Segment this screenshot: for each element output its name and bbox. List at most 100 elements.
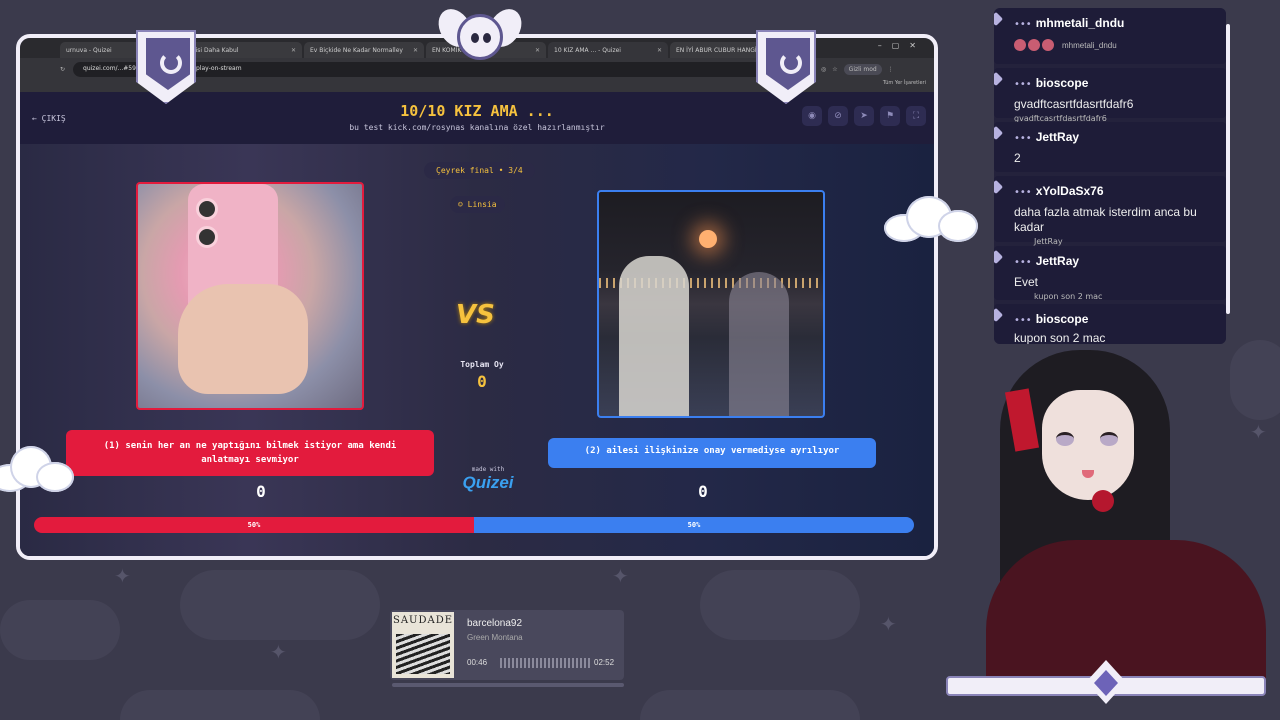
menu-icon[interactable]: ⋮ — [888, 66, 894, 73]
vtuber-avatar — [980, 350, 1270, 680]
elapsed-time: 00:46 — [467, 658, 488, 667]
chat-message: ••• bioscope kupon son 2 mac — [994, 304, 1226, 344]
chat-reply-ghost: kupon son 2 mac — [1034, 292, 1103, 301]
quiz-header: ← ÇIKIŞ 10/10 KIZ AMA ... bu test kick.c… — [20, 92, 934, 144]
vote-bar-right: 50% — [474, 517, 914, 533]
chat-username[interactable]: JettRay — [1036, 130, 1079, 144]
chat-username[interactable]: bioscope — [1036, 312, 1089, 326]
emote-icon — [1042, 38, 1054, 51]
badge-dots-icon: ••• — [1014, 257, 1032, 268]
chat-emotes: mhmetali_dndu — [1014, 37, 1218, 53]
quiz-subtitle: bu test kick.com/rosynas kanalına özel h… — [349, 123, 605, 132]
tab-label: Ev Biçkide Ne Kadar Normalley — [310, 46, 403, 54]
browser-tab[interactable]: Ev Biçkide Ne Kadar Normalley ✕ — [304, 42, 424, 58]
avatar-eye — [1100, 432, 1118, 446]
eye-icon[interactable]: ◉ — [802, 106, 822, 126]
tab-label: urnuva - Quizei — [66, 46, 112, 54]
chat-username[interactable]: bioscope — [1036, 76, 1089, 90]
eye-off-icon[interactable]: ◎ — [821, 66, 826, 73]
chat-text: gvadftcasrtfdasrtfdafr6 — [1014, 97, 1134, 111]
cloud-decoration-left — [0, 446, 76, 496]
cloud-puff — [36, 462, 74, 492]
option-left-votes: 0 — [256, 482, 266, 501]
browser-tab[interactable]: ngisi Daha Kabul ✕ — [182, 42, 302, 58]
badge-dots-icon: ••• — [1014, 315, 1032, 326]
tab-label: EN İYİ ABUR CUBUR HANGİSİ? — [676, 46, 766, 54]
sparkle-icon: ✦ — [612, 564, 629, 588]
cloud-puff — [938, 210, 978, 242]
star-icon[interactable]: ☆ — [832, 66, 837, 73]
option-right-image[interactable] — [597, 190, 825, 418]
album-cover: SAUDADE — [392, 612, 454, 678]
song-artist: Green Montana — [467, 633, 523, 642]
total-votes-value: 0 — [477, 372, 487, 391]
option-right-button[interactable]: (2) ailesi ilişkinize onay vermediyse ay… — [548, 438, 876, 468]
chat-text: daha fazla atmak isterdim anca bu kadar — [1014, 205, 1197, 234]
song-duration: 02:52 — [594, 658, 615, 667]
guest-mode-badge[interactable]: Gizli mod — [843, 63, 882, 75]
gem-icon — [994, 249, 1004, 265]
chat-username[interactable]: mhmetali_dndu — [1036, 16, 1125, 30]
gem-icon — [994, 179, 1004, 195]
badge-inner — [146, 38, 190, 90]
angel-mascot — [432, 3, 528, 66]
flag-icon[interactable]: ⚑ — [880, 106, 900, 126]
gem-icon — [994, 11, 1004, 27]
avatar-mouth — [1082, 470, 1094, 478]
cloud-decoration-right — [884, 196, 984, 246]
camera-lens — [196, 226, 218, 248]
send-icon[interactable]: ➤ — [854, 106, 874, 126]
close-icon[interactable]: ✕ — [291, 47, 296, 54]
mascot-eye — [483, 33, 491, 43]
option-left-button[interactable]: (1) senin her an ne yaptığını bilmek ist… — [66, 430, 434, 476]
badge-dots-icon: ••• — [1014, 133, 1032, 144]
sparkle-icon: ✦ — [114, 564, 131, 588]
album-title: SAUDADE — [392, 615, 454, 626]
close-icon[interactable]: ✕ — [413, 47, 418, 54]
avatar-eye — [1056, 432, 1074, 446]
chat-message: ••• xYolDaSx76 daha fazla atmak isterdim … — [994, 176, 1226, 246]
reload-icon[interactable]: ↻ — [60, 66, 65, 73]
chat-username[interactable]: xYolDaSx76 — [1036, 184, 1104, 198]
vote-bar-left: 50% — [34, 517, 474, 533]
option-right-votes: 0 — [698, 482, 708, 501]
total-votes-label: Toplam Oy — [460, 360, 504, 369]
quiz-title: 10/10 KIZ AMA ... — [400, 102, 554, 120]
player-badge: ☺ Linsia — [450, 196, 505, 213]
chat-text: kupon son 2 mac — [1014, 331, 1106, 344]
link-icon[interactable]: ⊘ — [828, 106, 848, 126]
close-icon[interactable]: ✕ — [535, 47, 540, 54]
badge-dots-icon: ••• — [1014, 79, 1032, 90]
chat-message: ••• bioscope gvadftcasrtfdasrtfdafr6 gvad… — [994, 68, 1226, 123]
option-left-image[interactable] — [136, 182, 364, 410]
avatar-dress — [986, 540, 1266, 680]
sparkle-icon: ✦ — [270, 640, 287, 664]
user-icon: ☺ — [458, 200, 463, 209]
mascot-face — [457, 14, 503, 60]
moon-shape — [699, 230, 717, 248]
camera-lens — [196, 198, 218, 220]
fullscreen-icon[interactable]: ⛶ — [906, 106, 926, 126]
quizei-logo: Quizei — [462, 473, 514, 492]
avatar-face — [1042, 390, 1134, 500]
music-progress-bar — [392, 683, 624, 687]
made-with-badge[interactable]: made with Quizei — [448, 466, 528, 493]
gem-icon — [994, 71, 1004, 87]
chat-reply-ghost: JettRay — [1034, 237, 1063, 246]
hand-shape — [178, 284, 308, 394]
chat-text: 2 — [1014, 151, 1021, 165]
song-title: barcelona92 — [467, 618, 523, 629]
crescent-moon-icon — [780, 52, 802, 74]
chat-frame-rail — [1226, 24, 1230, 314]
badge-dots-icon: ••• — [1014, 187, 1032, 198]
made-with-label: made with — [471, 466, 505, 473]
browser-tab-active[interactable]: 10 KIZ AMA ... - Quizei ✕ — [548, 42, 668, 58]
close-icon[interactable]: ✕ — [657, 47, 662, 54]
crescent-moon-icon — [160, 52, 182, 74]
window-controls[interactable]: –▢✕ — [878, 41, 926, 50]
chat-username[interactable]: JettRay — [1036, 254, 1079, 268]
quiz-page: ← ÇIKIŞ 10/10 KIZ AMA ... bu test kick.c… — [20, 92, 934, 556]
versus-icon: VS — [456, 300, 495, 330]
browser-window: urnuva - Quizei ✕ ngisi Daha Kabul✕ Ev Bi… — [16, 34, 938, 560]
waveform — [500, 658, 590, 668]
